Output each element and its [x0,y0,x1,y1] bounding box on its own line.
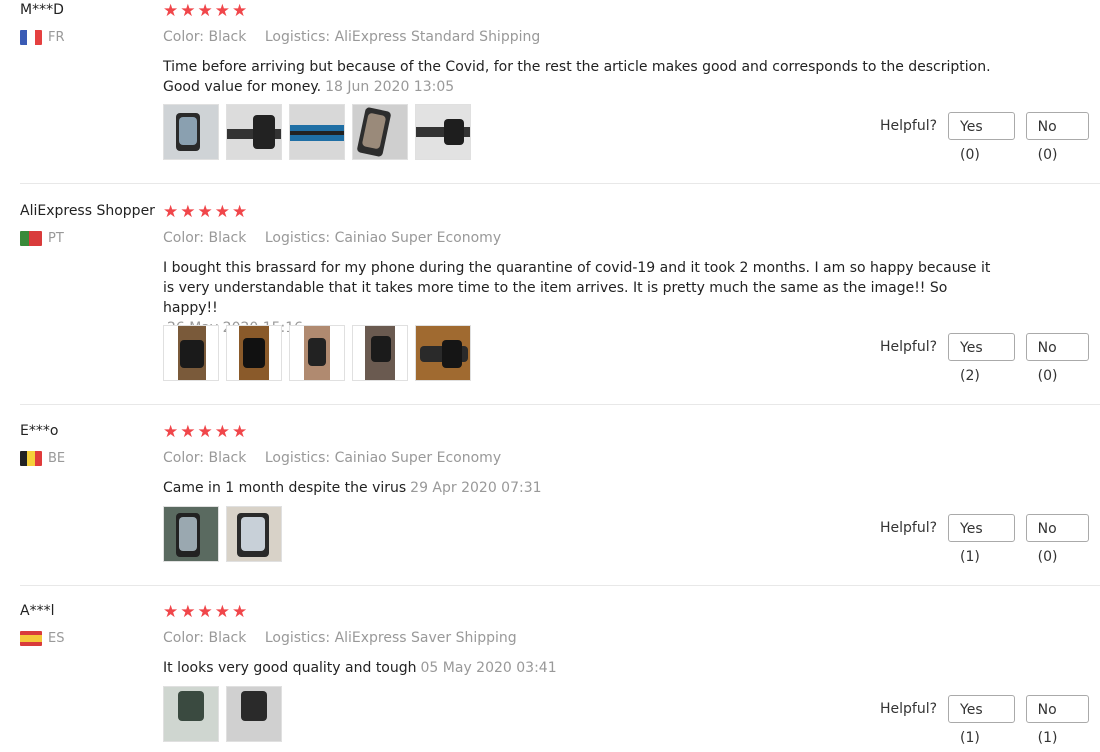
review-date: 05 May 2020 03:41 [420,660,557,676]
helpful-label: Helpful? [880,339,938,355]
flag-es-icon [20,631,42,646]
star-rating: ★★★★★ [163,1,250,21]
flag-fr-icon [20,30,42,45]
review-country: PT [20,231,64,246]
review-photo[interactable] [226,506,282,562]
review-meta: Color: Black Logistics: AliExpress Saver… [163,630,531,646]
country-code: PT [48,231,64,246]
helpful-section: Helpful? Yes (0) No (0) [880,112,1100,163]
review-text: It looks very good quality and tough 05 M… [163,658,993,678]
country-code: BE [48,451,66,466]
review-photos [163,506,282,562]
review-date: 29 Apr 2020 07:31 [410,480,542,496]
review-photos [163,104,471,160]
star-rating: ★★★★★ [163,202,250,222]
review-meta: Color: Black Logistics: Cainiao Super Ec… [163,230,515,246]
review-photos [163,686,282,742]
review-date: 18 Jun 2020 13:05 [325,79,455,95]
review-country: FR [20,30,65,45]
review-meta: Color: Black Logistics: AliExpress Stand… [163,29,554,45]
color-value: Black [208,630,247,646]
review-meta: Color: Black Logistics: Cainiao Super Ec… [163,450,515,466]
review-photo[interactable] [289,325,345,381]
color-value: Black [208,230,247,246]
color-label: Color: [163,29,205,45]
review-body: It looks very good quality and tough [163,660,417,676]
review-photo[interactable] [226,686,282,742]
logistics-label: Logistics: [264,29,331,45]
review-text: Time before arriving but because of the … [163,57,993,97]
helpful-yes-button[interactable]: Yes (0) [948,112,1015,163]
logistics-value: AliExpress Saver Shipping [334,630,517,646]
star-rating: ★★★★★ [163,602,250,622]
helpful-no-button[interactable]: No (0) [1025,112,1089,163]
logistics-label: Logistics: [264,230,331,246]
helpful-section: Helpful? Yes (1) No (0) [880,514,1100,565]
review-photo[interactable] [163,325,219,381]
review-divider [20,404,1100,405]
helpful-no-button[interactable]: No (1) [1025,695,1089,746]
review-photo[interactable] [163,104,219,160]
review-body: I bought this brassard for my phone duri… [163,260,991,316]
helpful-label: Helpful? [880,118,938,134]
review-photo[interactable] [163,506,219,562]
helpful-yes-button[interactable]: Yes (2) [948,333,1015,384]
logistics-label: Logistics: [264,630,331,646]
review-country: ES [20,631,64,646]
review-body: Time before arriving but because of the … [163,59,991,95]
review-photo[interactable] [352,104,408,160]
color-value: Black [208,450,247,466]
review-photo[interactable] [415,104,471,160]
review-photo[interactable] [289,104,345,160]
review-author: E***o [20,423,59,439]
helpful-no-button[interactable]: No (0) [1025,514,1089,565]
country-code: FR [48,30,65,45]
review-photo[interactable] [163,686,219,742]
helpful-yes-button[interactable]: Yes (1) [948,695,1015,746]
logistics-value: AliExpress Standard Shipping [334,29,541,45]
flag-pt-icon [20,231,42,246]
review-author: AliExpress Shopper [20,203,155,219]
logistics-label: Logistics: [264,450,331,466]
color-label: Color: [163,630,205,646]
helpful-no-button[interactable]: No (0) [1025,333,1089,384]
review-body: Came in 1 month despite the virus [163,480,407,496]
logistics-value: Cainiao Super Economy [334,450,502,466]
review-divider [20,183,1100,184]
helpful-label: Helpful? [880,701,938,717]
review-text: Came in 1 month despite the virus 29 Apr … [163,478,993,498]
helpful-label: Helpful? [880,520,938,536]
review-photo[interactable] [415,325,471,381]
logistics-value: Cainiao Super Economy [334,230,502,246]
review-country: BE [20,451,65,466]
review-author: A***l [20,603,55,619]
review-divider [20,585,1100,586]
helpful-section: Helpful? Yes (2) No (0) [880,333,1100,384]
flag-be-icon [20,451,42,466]
star-rating: ★★★★★ [163,422,250,442]
color-label: Color: [163,450,205,466]
review-author: M***D [20,2,64,18]
review-photo[interactable] [226,325,282,381]
color-label: Color: [163,230,205,246]
review-photos [163,325,471,381]
review-photo[interactable] [226,104,282,160]
color-value: Black [208,29,247,45]
review-photo[interactable] [352,325,408,381]
helpful-yes-button[interactable]: Yes (1) [948,514,1015,565]
helpful-section: Helpful? Yes (1) No (1) [880,695,1100,746]
country-code: ES [48,631,65,646]
